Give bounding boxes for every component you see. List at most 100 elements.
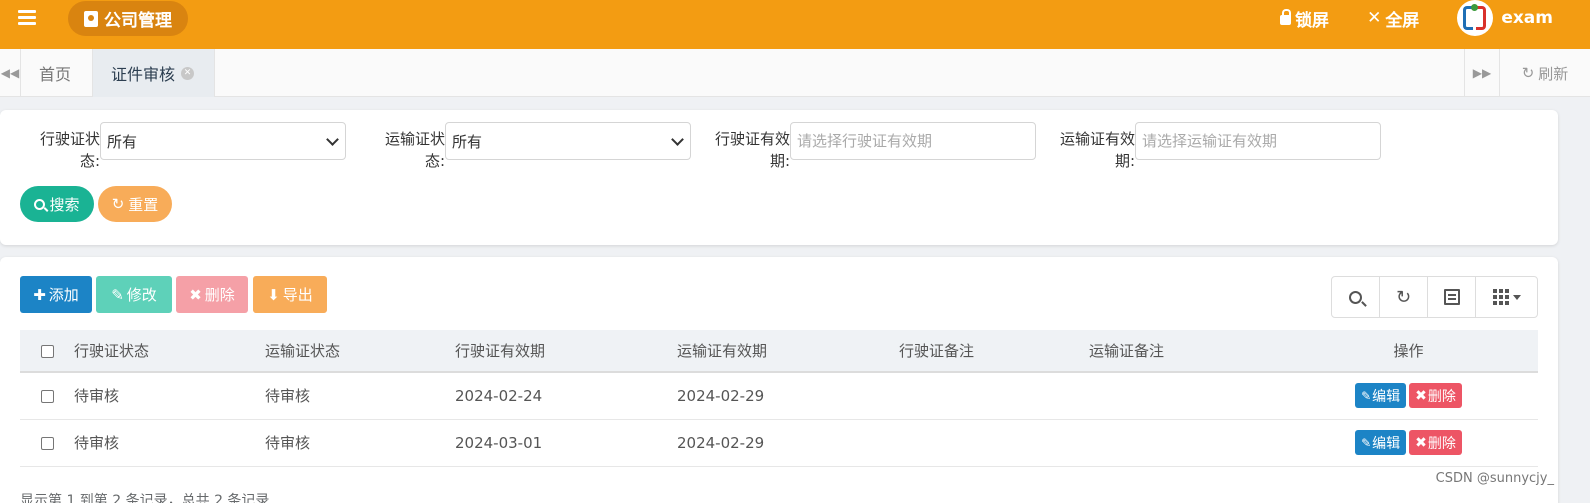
row-delete-button[interactable]: ✖ 删除 [1409,430,1462,455]
delete-button[interactable]: ✖ 删除 [176,276,248,313]
table-search-button[interactable] [1332,277,1380,317]
cell-transport-note [1089,372,1279,419]
top-navbar: 公司管理 锁屏 ✕ 全屏 exam [0,0,1590,49]
add-button[interactable]: ✚ 添加 [20,276,92,313]
lock-screen-label: 锁屏 [1295,10,1330,31]
transport-expiry-label: 运输证有效期: [1059,130,1135,170]
remove-icon: ✖ [1415,387,1427,404]
search-button[interactable]: 搜索 [20,186,94,222]
license-expiry-input-wrapper [790,122,1036,160]
table-refresh-button[interactable]: ↻ [1380,277,1428,317]
table-row[interactable]: 待审核 待审核 2024-02-24 2024-02-29 ✎ 编辑 ✖ 删除 [20,372,1538,419]
table-panel: ✚ 添加 ✎ 修改 ✖ 删除 ⬇ 导出 ↻ 行驶证状态 运输证状态 行驶证有效期… [0,257,1558,503]
cell-transport-note [1089,419,1279,466]
header-right-tools: 锁屏 ✕ 全屏 exam [1280,0,1590,36]
license-expiry-input[interactable] [797,132,1029,150]
row-delete-button[interactable]: ✖ 删除 [1409,383,1462,409]
table-header-row: 行驶证状态 运输证状态 行驶证有效期 运输证有效期 行驶证备注 运输证备注 操作 [20,330,1538,372]
cell-license-note [899,372,1089,419]
row-checkbox[interactable] [40,436,54,450]
table-columns-button[interactable] [1476,277,1537,317]
cell-transport-expiry: 2024-02-29 [677,386,765,405]
table-tools: ↻ [1331,276,1538,318]
plus-icon: ✚ [33,285,46,304]
fullscreen-button[interactable]: ✕ 全屏 [1367,6,1419,31]
cell-license-expiry: 2024-02-24 [455,386,543,405]
refresh-icon: ↻ [111,194,125,213]
row-edit-button[interactable]: ✎ 编辑 [1355,430,1407,455]
edit-icon: ✎ [1361,435,1372,450]
column-header[interactable]: 运输证状态 [265,330,455,372]
expand-icon: ✕ [1367,7,1382,28]
lock-icon [1280,9,1292,25]
license-expiry-label: 行驶证有效期: [714,130,790,170]
module-menu-button[interactable]: 公司管理 [68,1,188,36]
search-panel: 行驶证状态: 所有 运输证状态: 所有 行驶证有效期: 运输证有效期: 搜索 ↻… [0,110,1558,245]
column-header: 操作 [1393,342,1424,360]
table-toggle-view-button[interactable] [1428,277,1476,317]
license-expiry-filter: 行驶证有效期: [710,122,1036,172]
tab-certificate-review-label: 证件审核 [111,65,176,84]
reset-button[interactable]: ↻ 重置 [98,186,172,222]
module-name: 公司管理 [104,11,172,31]
edit-button[interactable]: ✎ 修改 [96,276,172,313]
remove-icon: ✖ [189,285,202,304]
tabs-bar: ◀◀ 首页 证件审核 ✕ ▶▶ ↻ 刷新 [0,49,1590,97]
cell-transport-status: 待审核 [265,387,311,406]
column-header[interactable]: 运输证备注 [1089,330,1279,372]
refresh-icon: ↻ [1521,64,1535,82]
remove-icon: ✖ [1415,434,1427,451]
license-status-label: 行驶证状态: [39,130,100,170]
search-button-label: 搜索 [49,195,80,214]
column-header[interactable]: 运输证有效期 [677,330,899,372]
fullscreen-label: 全屏 [1385,10,1420,31]
username[interactable]: exam [1501,8,1553,28]
lock-screen-button[interactable]: 锁屏 [1280,6,1329,31]
row-delete-label: 删除 [1427,435,1456,452]
avatar[interactable] [1457,0,1494,36]
tab-certificate-review[interactable]: 证件审核 ✕ [93,49,215,97]
edit-icon: ✎ [1361,388,1372,403]
refresh-label: 刷新 [1538,64,1569,83]
tab-home[interactable]: 首页 [21,49,93,97]
certificate-table: 行驶证状态 运输证状态 行驶证有效期 运输证有效期 行驶证备注 运输证备注 操作… [20,330,1538,467]
caret-down-icon [1512,294,1521,300]
tabs-scroll-right-icon[interactable]: ▶▶ [1464,49,1500,97]
transport-status-label: 运输证状态: [384,130,445,170]
transport-status-select[interactable]: 所有 [445,122,691,160]
watermark: CSDN @sunnycjy_ [1435,471,1554,486]
column-header[interactable]: 行驶证备注 [899,330,1089,372]
pagination-info: 显示第 1 到第 2 条记录，总共 2 条记录 [20,493,270,503]
edit-button-label: 修改 [126,286,157,304]
cell-transport-expiry: 2024-02-29 [677,433,765,452]
select-all-checkbox[interactable] [40,344,54,358]
row-edit-button[interactable]: ✎ 编辑 [1355,383,1407,409]
search-icon [34,198,46,210]
transport-expiry-input-wrapper [1135,122,1381,160]
license-status-value: 所有 [107,132,138,151]
export-button[interactable]: ⬇ 导出 [253,276,327,313]
column-header[interactable]: 行驶证有效期 [455,330,677,372]
column-header[interactable]: 行驶证状态 [74,330,265,372]
menu-toggle-icon[interactable] [18,10,36,26]
close-tab-icon[interactable]: ✕ [181,66,195,80]
table-row[interactable]: 待审核 待审核 2024-03-01 2024-02-29 ✎ 编辑 ✖ 删除 [20,419,1538,466]
license-status-filter: 行驶证状态: 所有 [20,122,346,172]
cell-license-expiry: 2024-03-01 [455,433,543,452]
license-status-select[interactable]: 所有 [100,122,346,160]
export-button-label: 导出 [282,286,313,304]
transport-status-filter: 运输证状态: 所有 [365,122,691,172]
transport-expiry-filter: 运输证有效期: [1055,122,1381,172]
refresh-tab-button[interactable]: ↻ 刷新 [1500,49,1590,97]
transport-expiry-input[interactable] [1142,132,1374,150]
cell-license-status: 待审核 [74,387,120,406]
list-alt-icon [1443,289,1460,305]
transport-status-value: 所有 [452,132,483,151]
search-icon [1349,290,1362,304]
edit-icon: ✎ [111,285,124,304]
address-book-icon [84,10,98,27]
tabs-scroll-left-icon[interactable]: ◀◀ [0,49,21,97]
row-checkbox[interactable] [40,389,54,403]
reset-button-label: 重置 [128,195,159,214]
cell-license-note [899,419,1089,466]
